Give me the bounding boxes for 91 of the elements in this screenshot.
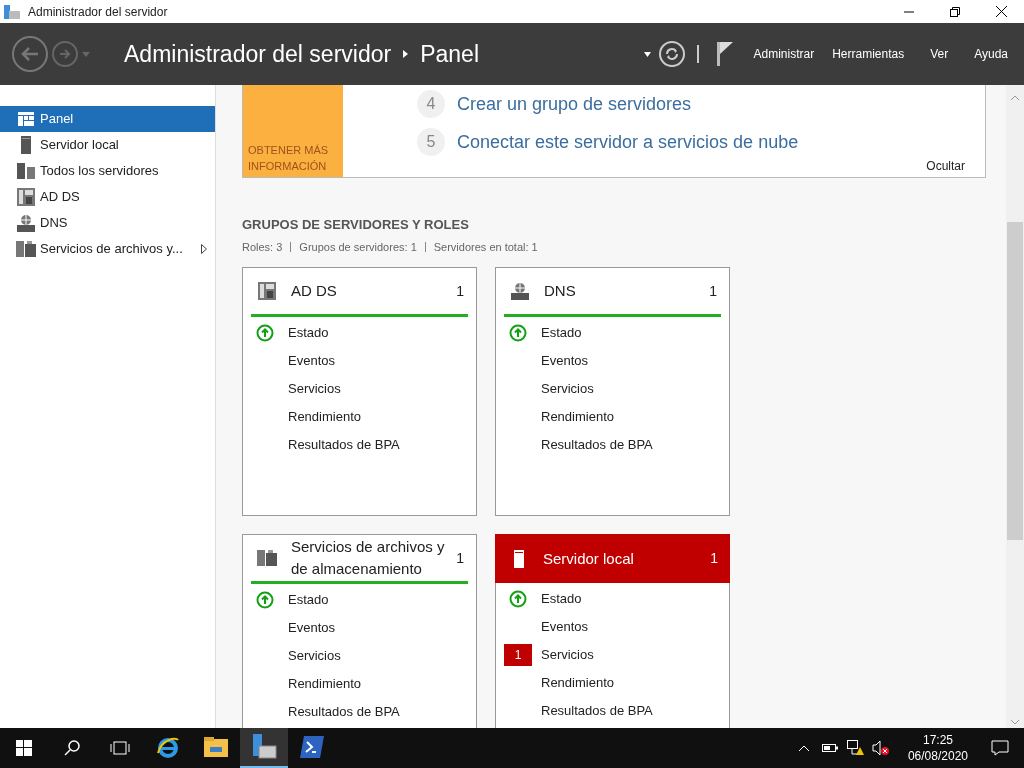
globe-server-icon — [17, 214, 35, 232]
tile-row-link[interactable]: Eventos — [541, 617, 588, 637]
tile-row-link[interactable]: Rendimiento — [288, 407, 361, 427]
section-stat: Roles: 3 — [242, 239, 283, 255]
battery-icon[interactable] — [821, 743, 838, 753]
role-tile[interactable]: DNS 1 Estado Eventos Servicios Rendimiento Resultados de BPA — [495, 267, 730, 516]
forward-arrow-icon — [59, 49, 71, 59]
breadcrumb-separator-icon — [403, 50, 409, 58]
section-stat: Servidores en total: 1 — [433, 239, 538, 255]
sidebar-item[interactable]: DNS — [0, 210, 215, 236]
tile-title: Servicios de archivos y de almacenamiento — [291, 537, 446, 579]
tile-row-link[interactable]: Rendimiento — [541, 407, 614, 427]
refresh-button[interactable] — [659, 41, 686, 67]
hide-link[interactable]: Ocultar — [926, 157, 965, 175]
tile-row-link[interactable]: Rendimiento — [541, 673, 614, 693]
tile-row-link[interactable]: Resultados de BPA — [288, 702, 400, 722]
back-button[interactable] — [12, 36, 48, 72]
notification-flag-icon[interactable] — [717, 42, 734, 66]
chevron-up-icon[interactable] — [797, 744, 810, 752]
sidebar-item[interactable]: Servicios de archivos y... — [0, 236, 215, 262]
dashboard-icon — [18, 112, 34, 126]
windows-logo-icon — [16, 740, 32, 756]
step-link[interactable]: Crear un grupo de servidores — [457, 90, 692, 118]
terminal-icon — [300, 736, 324, 758]
tile-count: 1 — [456, 281, 464, 301]
tile-title: AD DS — [291, 281, 338, 301]
tile-row-link[interactable]: Estado — [541, 323, 582, 343]
refresh-icon — [665, 47, 680, 61]
tile-row-link[interactable]: Resultados de BPA — [541, 435, 653, 455]
breadcrumb-root: Administrador del servidor — [124, 39, 392, 69]
server-icon — [514, 549, 524, 568]
server-icon — [21, 136, 31, 154]
back-arrow-icon — [21, 47, 39, 61]
tile-count: 1 — [709, 281, 717, 301]
menu-item[interactable]: Herramientas — [832, 45, 905, 63]
volume-muted-icon[interactable] — [871, 740, 890, 756]
server-toolbox-icon — [251, 734, 277, 760]
tile-row-link[interactable]: Estado — [288, 590, 329, 610]
taskbar-app-button[interactable] — [240, 728, 288, 768]
alert-count-badge: 1 — [504, 644, 532, 666]
tile-title: Servidor local — [543, 548, 635, 569]
tile-row-link[interactable]: Eventos — [288, 618, 335, 638]
menu-item[interactable]: Ayuda — [974, 45, 1008, 63]
tile-row-link[interactable]: Eventos — [541, 351, 588, 371]
step-number: 5 — [417, 128, 445, 156]
breadcrumb-current: Panel — [420, 39, 479, 69]
clock-time: 17:25 — [922, 732, 953, 748]
role-tile[interactable]: Servidor local 1 Estado Eventos 1 Servicios Rendimiento Resultados de BPA — [495, 534, 730, 728]
tile-row-link[interactable]: Rendimiento — [288, 674, 361, 694]
section-title: GRUPOS DE SERVIDORES Y ROLES — [242, 216, 470, 234]
file-server-icon — [257, 550, 277, 566]
task-view-icon — [110, 741, 130, 755]
tile-row-link[interactable]: Estado — [541, 589, 582, 609]
dropdown-caret-icon[interactable] — [644, 51, 652, 57]
sidebar-item[interactable]: Servidor local — [0, 132, 215, 158]
speech-bubble-icon — [991, 740, 1009, 756]
section-stat: Grupos de servidores: 1 — [299, 239, 417, 255]
tile-row-link[interactable]: Estado — [288, 323, 329, 343]
tile-row-link[interactable]: Resultados de BPA — [288, 435, 400, 455]
tile-row-link[interactable]: Servicios — [541, 645, 594, 665]
server-tower-icon — [17, 188, 35, 206]
folder-icon — [204, 737, 228, 757]
globe-server-icon — [511, 282, 529, 300]
tile-row-link[interactable]: Servicios — [541, 379, 594, 399]
browser-e-icon — [156, 735, 180, 759]
tile-count: 1 — [456, 548, 464, 568]
tile-row-link[interactable]: Servicios — [288, 379, 341, 399]
sidebar-item[interactable]: Panel — [0, 106, 215, 132]
app-icon — [4, 4, 20, 19]
window-title: Administrador del servidor — [28, 3, 168, 21]
server-tower-icon — [258, 282, 276, 300]
step-number: 4 — [417, 90, 445, 118]
search-icon — [64, 740, 80, 756]
expand-arrow-icon[interactable] — [201, 244, 207, 254]
tile-title: DNS — [544, 281, 577, 301]
close-icon — [995, 6, 1007, 17]
role-tile[interactable]: AD DS 1 Estado Eventos Servicios Rendimiento Resultados de BPA — [242, 267, 477, 516]
network-warning-icon[interactable] — [846, 740, 865, 756]
tile-row-link[interactable]: Eventos — [288, 351, 335, 371]
restore-icon — [950, 6, 960, 17]
clock-date: 06/08/2020 — [907, 748, 968, 764]
tile-row-link[interactable]: Resultados de BPA — [541, 701, 653, 721]
sidebar-item[interactable]: AD DS — [0, 184, 215, 210]
menu-item[interactable]: Ver — [922, 45, 957, 63]
tile-row-link[interactable]: Servicios — [288, 646, 341, 666]
tile-count: 1 — [710, 549, 718, 568]
step-link[interactable]: Conectar este servidor a servicios de nube — [457, 128, 799, 156]
servers-icon — [17, 163, 35, 179]
file-server-icon — [16, 241, 36, 257]
menu-item[interactable]: Administrar — [753, 45, 815, 63]
sidebar-item[interactable]: Todos los servidores — [0, 158, 215, 184]
